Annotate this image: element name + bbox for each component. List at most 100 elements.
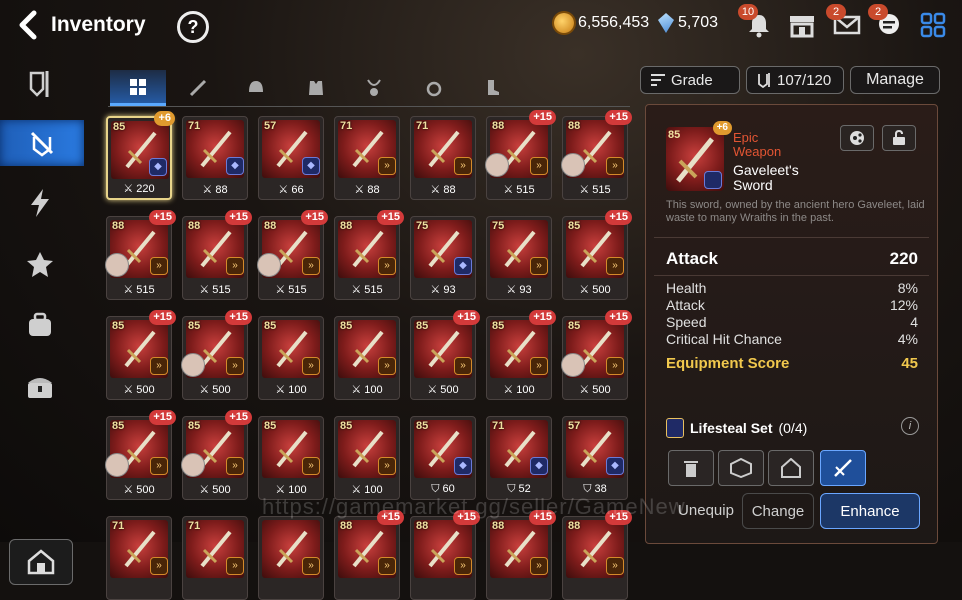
item-slot[interactable]: 57 ◆ ⚔ 66	[258, 116, 324, 200]
item-level: 88	[492, 520, 505, 532]
extract-icon	[730, 458, 752, 478]
upgrade-badge: +6	[154, 111, 175, 126]
item-slot[interactable]: 85» ⚔ 100	[258, 316, 324, 400]
share-icon	[850, 131, 864, 145]
item-level: 88	[416, 520, 429, 532]
substat-label: Speed	[666, 314, 707, 330]
set-icon: »	[606, 557, 624, 575]
set-icon: ◆	[226, 157, 244, 175]
gold-icon	[554, 13, 574, 33]
substat-row: Health 8%	[666, 280, 918, 296]
item-slot[interactable]: 85 +15 » ⚔ 500	[181, 410, 252, 500]
item-slot[interactable]: 85 +15 » ⚔ 500	[181, 310, 252, 400]
help-button[interactable]: ?	[177, 11, 209, 43]
item-slot[interactable]: 85 +6 ◆ ⚔ 220	[106, 111, 175, 200]
change-button[interactable]: Change	[742, 493, 814, 529]
item-level: 85	[416, 420, 429, 432]
item-slot[interactable]: 88 +15 » ⚔ 515	[105, 210, 176, 300]
item-level: 85	[112, 320, 125, 332]
item-slot[interactable]: 88 +15»	[486, 510, 556, 600]
substat-value: 4%	[897, 331, 918, 347]
set-icon: »	[378, 357, 396, 375]
item-slot[interactable]: 85» ⚔ 100	[334, 316, 400, 400]
item-slot[interactable]: 88 +15»	[562, 510, 632, 600]
rail-chests[interactable]	[10, 364, 70, 410]
shop-button[interactable]	[787, 10, 817, 40]
upgrade-badge: +15	[149, 410, 176, 425]
rail-hero-equipment[interactable]	[10, 62, 70, 108]
item-slot[interactable]: 57 ◆ ⛉ 38	[562, 416, 628, 500]
item-slot[interactable]: 85 +15 » ⚔ 500	[105, 410, 176, 500]
item-slot[interactable]: 71 » ⚔ 88	[334, 116, 400, 200]
rail-materials[interactable]	[10, 302, 70, 348]
rail-artifacts[interactable]	[10, 180, 70, 226]
tab-ring[interactable]	[406, 70, 462, 106]
item-slot[interactable]: 85 +15 » ⚔ 500	[410, 310, 480, 400]
tab-armor[interactable]	[288, 70, 344, 106]
item-slot[interactable]: 85» ⚔ 100	[258, 416, 324, 500]
rail-catalysts[interactable]	[10, 242, 70, 288]
item-slot[interactable]: 85 +15 » ⚔ 500	[562, 210, 632, 300]
extract-button[interactable]	[718, 450, 764, 486]
item-slot[interactable]: 71 » ⚔ 88	[410, 116, 476, 200]
item-level: 85	[568, 220, 581, 232]
tab-necklace[interactable]	[346, 70, 402, 106]
item-level: 71	[188, 120, 201, 132]
chat-button[interactable]: 2	[868, 4, 904, 40]
item-level: 88	[340, 520, 353, 532]
mail-button[interactable]: 2	[826, 4, 862, 40]
tab-boots[interactable]	[464, 70, 520, 106]
set-icon: »	[302, 457, 320, 475]
item-slot[interactable]: »	[258, 516, 324, 600]
item-main-stat: ⚔ 515	[123, 284, 155, 296]
enhance-button[interactable]: Enhance	[820, 493, 920, 529]
item-slot[interactable]: 85 +15 » ⚔ 500	[106, 310, 176, 400]
storage-button[interactable]	[9, 539, 73, 585]
item-main-stat: ⚔ 515	[275, 284, 307, 296]
item-main-stat: ⚔ 515	[351, 284, 383, 296]
sell-button[interactable]	[668, 450, 714, 486]
detail-item-name: Gaveleet's Sword	[733, 162, 799, 193]
item-slot[interactable]: 85» ⚔ 100	[334, 416, 400, 500]
item-slot[interactable]: 71 »	[106, 516, 172, 600]
sort-grade-button[interactable]: Grade	[640, 66, 740, 94]
item-slot[interactable]: 88 +15»	[334, 510, 404, 600]
detail-share-button[interactable]	[840, 125, 874, 151]
item-slot[interactable]: 75 ◆ ⚔ 93	[410, 216, 476, 300]
set-info-icon[interactable]: i	[901, 417, 919, 435]
detail-lock-button[interactable]	[882, 125, 916, 151]
tab-all[interactable]	[110, 70, 166, 106]
item-slot[interactable]: 88 +15»	[410, 510, 480, 600]
item-slot[interactable]: 88 +15 » ⚔ 515	[561, 110, 632, 200]
item-slot[interactable]: 88 +15 » ⚔ 515	[257, 210, 328, 300]
storage-send-button[interactable]	[768, 450, 814, 486]
item-level: 88	[112, 220, 125, 232]
rail-equipment[interactable]	[0, 120, 84, 166]
set-icon: »	[378, 157, 396, 175]
item-slot[interactable]: 88 +15 » ⚔ 515	[334, 210, 404, 300]
item-slot[interactable]: 88 +15 » ⚔ 515	[485, 110, 556, 200]
item-slot[interactable]: 71 ◆ ⚔ 88	[182, 116, 248, 200]
item-slot[interactable]: 85 +15 » ⚔ 500	[561, 310, 632, 400]
notifications-button[interactable]: 10	[738, 4, 774, 40]
back-button[interactable]	[14, 10, 44, 40]
tab-helmet[interactable]	[228, 70, 284, 106]
item-slot[interactable]: 75 » ⚔ 93	[486, 216, 552, 300]
divider	[654, 275, 929, 276]
menu-grid-button[interactable]	[918, 10, 948, 40]
item-slot[interactable]: 85 +15 » ⚔ 100	[486, 310, 556, 400]
item-slot[interactable]: 88 +15 » ⚔ 515	[182, 210, 252, 300]
item-main-stat: ⚔ 100	[503, 384, 535, 396]
manage-button[interactable]: Manage	[850, 66, 940, 94]
reforge-button[interactable]	[820, 450, 866, 486]
item-slot[interactable]: 71 »	[182, 516, 248, 600]
item-main-stat: ⚔ 500	[579, 284, 611, 296]
item-slot[interactable]: 85 ◆ ⛉ 60	[410, 416, 476, 500]
item-main-stat: ⚔ 93	[430, 284, 456, 296]
set-icon: ◆	[302, 157, 320, 175]
tab-weapon[interactable]	[170, 70, 226, 106]
item-slot[interactable]: 71 ◆ ⛉ 52	[486, 416, 552, 500]
equipped-hero-avatar	[181, 453, 205, 477]
item-main-stat: ⚔ 500	[123, 384, 155, 396]
set-icon: »	[150, 357, 168, 375]
